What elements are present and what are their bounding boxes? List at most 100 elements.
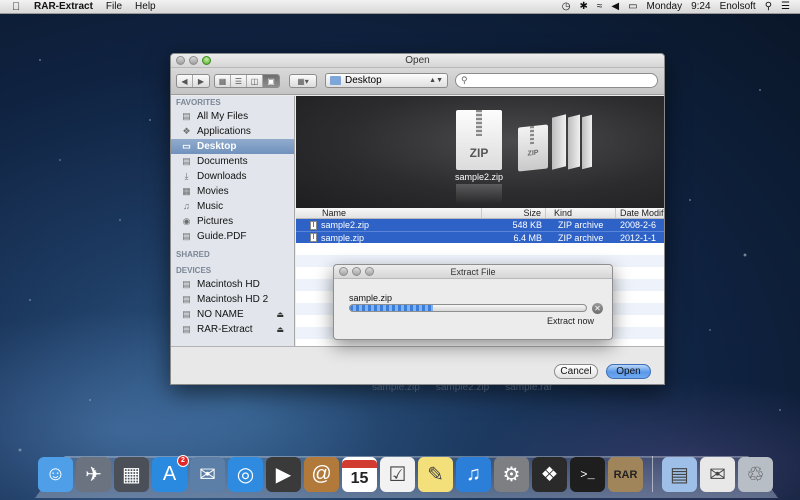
all-files-icon: ▤ <box>182 111 191 121</box>
column-date-header[interactable]: Date Modifi <box>616 208 664 218</box>
battery-icon[interactable]: ▭ <box>628 1 637 13</box>
menu-user[interactable]: Enolsoft <box>720 1 756 13</box>
search-input[interactable] <box>470 75 641 86</box>
system-preferences-icon[interactable]: ⚙ <box>494 457 529 492</box>
app-menu[interactable]: RAR-Extract <box>34 1 93 12</box>
favorites-header: FAVORITES <box>176 98 221 107</box>
app-store-icon[interactable]: A2 <box>152 455 189 492</box>
file-kind: ZIP archive <box>558 233 604 243</box>
launchpad-icon[interactable]: ✈ <box>76 457 111 492</box>
extract-status: Extract now <box>547 316 595 326</box>
list-view-button[interactable]: ☰ <box>231 75 247 87</box>
file-name: sample2.zip <box>321 220 370 230</box>
facetime-icon[interactable]: ▶ <box>266 457 301 492</box>
hard-drive-icon: ▤ <box>182 279 191 289</box>
sidebar-item-macintosh-hd[interactable]: ▤ Macintosh HD <box>171 277 294 292</box>
column-name-header[interactable]: Name <box>296 208 482 218</box>
column-kind-header[interactable]: Kind <box>546 208 616 218</box>
trash-icon[interactable]: ♲ <box>738 457 773 492</box>
sidebar-item-all-my-files[interactable]: ▤ All My Files <box>171 109 294 124</box>
downloads-stack-icon[interactable]: ▤ <box>662 457 697 492</box>
sidebar-item-label: NO NAME <box>197 309 244 320</box>
sidebar-item-label: Downloads <box>197 171 247 182</box>
calendar-icon[interactable]: 15 <box>342 457 377 492</box>
sidebar-item-no-name[interactable]: ▤ NO NAME ⏏ <box>171 307 294 322</box>
sidebar-item-applications[interactable]: ❖ Applications <box>171 124 294 139</box>
spotlight-icon[interactable]: ⚲ <box>765 1 772 13</box>
apple-menu-icon[interactable]:  <box>12 1 24 13</box>
documents-icon: ▤ <box>182 156 191 166</box>
sidebar-item-label: Desktop <box>197 141 237 152</box>
sidebar-item-desktop[interactable]: ▭ Desktop <box>171 139 294 154</box>
zip-file-icon-small[interactable]: ZIP <box>518 124 548 172</box>
arrange-button[interactable]: ▦▾ <box>290 75 316 87</box>
wifi-icon[interactable]: ≈ <box>597 1 603 13</box>
mail-folder-icon[interactable]: ✉ <box>700 457 735 492</box>
cover-flow-item[interactable] <box>582 114 592 170</box>
sidebar-item-guide-pdf[interactable]: ▤ Guide.PDF <box>171 229 294 244</box>
column-size-header[interactable]: Size <box>482 208 546 218</box>
sidebar-app-icon[interactable]: ❖ <box>532 457 567 492</box>
zipper-graphic <box>476 110 482 136</box>
file-name: sample.zip <box>321 232 365 243</box>
sidebar-item-documents[interactable]: ▤ Documents <box>171 154 294 169</box>
sidebar-item-rar-extract[interactable]: ▤ RAR-Extract ⏏ <box>171 322 294 337</box>
open-button[interactable]: Open <box>606 364 651 379</box>
applications-icon: ❖ <box>182 126 191 136</box>
calendar-date: 15 <box>350 469 369 487</box>
sidebar-item-music[interactable]: ♫ Music <box>171 199 294 214</box>
menu-day[interactable]: Monday <box>647 1 683 13</box>
file-kind: ZIP archive <box>558 220 604 230</box>
finder-icon[interactable]: ☺ <box>38 457 73 492</box>
notes-icon[interactable]: ✎ <box>418 457 453 492</box>
sidebar: FAVORITES ▤ All My Files ❖ Applications … <box>171 96 295 346</box>
zip-file-icon[interactable]: ZIP <box>456 110 502 170</box>
icon-view-button[interactable]: ▦ <box>215 75 231 87</box>
view-mode-control: ▦ ☰ ◫ ▣ <box>214 74 280 88</box>
bluetooth-icon[interactable]: ✱ <box>579 1 587 13</box>
terminal-icon[interactable]: >_ <box>570 457 605 492</box>
cover-flow-item[interactable] <box>568 114 580 170</box>
zip-label: ZIP <box>469 146 489 160</box>
sidebar-item-downloads[interactable]: ⤓ Downloads <box>171 169 294 184</box>
cover-flow-view-button[interactable]: ▣ <box>263 75 279 87</box>
pictures-icon: ◉ <box>182 216 191 226</box>
stop-icon[interactable]: ✕ <box>592 303 603 314</box>
sidebar-item-movies[interactable]: ▦ Movies <box>171 184 294 199</box>
location-popup[interactable]: Desktop ▲▼ <box>325 73 448 88</box>
mission-control-icon[interactable]: ▦ <box>114 457 149 492</box>
itunes-icon[interactable]: ♫ <box>456 457 491 492</box>
search-field[interactable]: ⚲ <box>455 73 658 88</box>
sidebar-item-label: Guide.PDF <box>197 231 247 242</box>
safari-icon[interactable]: ◎ <box>228 457 263 492</box>
extract-progress-bar <box>349 304 587 312</box>
back-button[interactable]: ◀ <box>177 75 193 87</box>
eject-icon[interactable]: ⏏ <box>276 310 284 319</box>
volume-icon[interactable]: ◀ <box>611 1 619 13</box>
back-forward-control: ◀ ▶ <box>176 74 210 88</box>
hard-drive-icon: ▤ <box>182 324 191 334</box>
rar-extract-icon[interactable]: RAR <box>608 457 643 492</box>
sidebar-item-macintosh-hd-2[interactable]: ▤ Macintosh HD 2 <box>171 292 294 307</box>
table-row[interactable]: sample.zip 6.4 MB ZIP archive 2012-1-1 <box>296 231 664 243</box>
cover-flow-preview[interactable]: ZIP ZIP sample2.zip <box>296 96 664 208</box>
reminders-icon[interactable]: ☑ <box>380 457 415 492</box>
zip-label-small: ZIP <box>527 149 539 158</box>
menu-time[interactable]: 9:24 <box>691 1 710 13</box>
column-view-button[interactable]: ◫ <box>247 75 263 87</box>
eject-icon[interactable]: ⏏ <box>276 325 284 334</box>
zip-file-small-icon <box>310 233 317 242</box>
mail-stamp-icon[interactable]: ✉ <box>190 457 225 492</box>
forward-button[interactable]: ▶ <box>193 75 209 87</box>
cover-flow-item[interactable] <box>552 114 566 170</box>
menu-help[interactable]: Help <box>135 1 156 12</box>
notification-center-icon[interactable]: ☰ <box>781 1 790 13</box>
folder-icon <box>330 76 341 85</box>
table-row[interactable]: sample2.zip 548 KB ZIP archive 2008-2-6 <box>296 219 664 231</box>
time-machine-icon[interactable]: ◷ <box>562 1 571 13</box>
contacts-icon[interactable]: @ <box>304 457 339 492</box>
cancel-button[interactable]: Cancel <box>554 364 598 379</box>
menu-file[interactable]: File <box>106 1 122 12</box>
sidebar-item-label: Macintosh HD <box>197 279 260 290</box>
sidebar-item-pictures[interactable]: ◉ Pictures <box>171 214 294 229</box>
